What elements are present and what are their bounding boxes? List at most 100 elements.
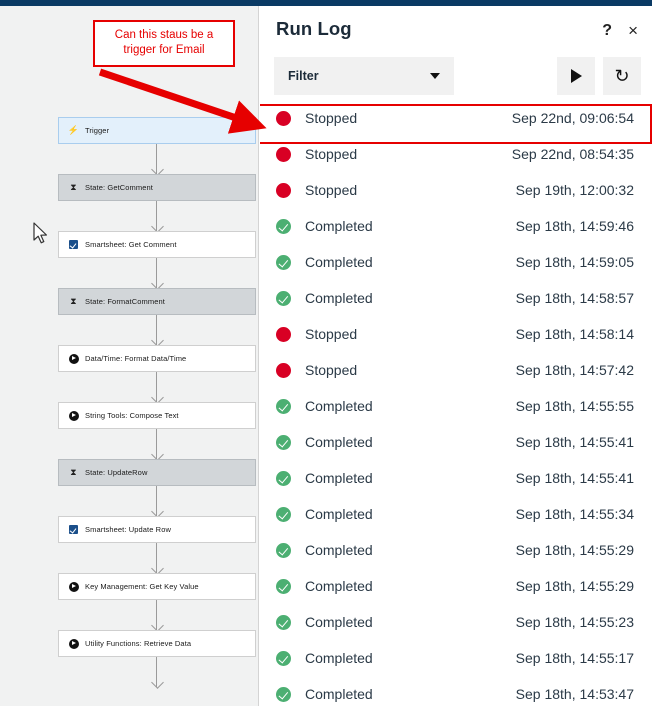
play-circle-icon — [68, 581, 79, 592]
run-log-row[interactable]: Completed Sep 18th, 14:55:29 — [260, 532, 652, 568]
status-badge: Completed — [305, 290, 373, 306]
run-log-row[interactable]: Completed Sep 18th, 14:55:41 — [260, 460, 652, 496]
status-indicator-completed-icon — [276, 686, 291, 702]
flow-connector — [156, 315, 157, 345]
run-timestamp: Sep 18th, 14:57:42 — [515, 362, 634, 378]
status-badge: Stopped — [305, 146, 358, 162]
filter-dropdown[interactable]: Filter — [274, 57, 454, 95]
status-badge: Completed — [305, 578, 373, 594]
flow-node[interactable]: ⚡ Trigger — [58, 117, 256, 144]
annotation-line-2: trigger for Email — [123, 44, 205, 56]
flow-connector — [156, 486, 157, 516]
run-log-row[interactable]: Stopped Sep 18th, 14:57:42 — [260, 352, 652, 388]
status-indicator-completed-icon — [276, 650, 291, 666]
flow-connector — [156, 372, 157, 402]
status-badge: Completed — [305, 542, 373, 558]
flow-node-label: Smartsheet: Get Comment — [85, 240, 177, 249]
toolbar-action-group: ↻ — [557, 57, 641, 95]
run-timestamp: Sep 22nd, 08:54:35 — [511, 146, 634, 162]
run-log-row[interactable]: Stopped Sep 18th, 14:58:14 — [260, 316, 652, 352]
chevron-down-icon — [430, 73, 440, 79]
flow-node[interactable]: Utility Functions: Retrieve Data — [58, 630, 256, 657]
status-badge: Completed — [305, 470, 373, 486]
status-badge: Completed — [305, 614, 373, 630]
run-log-row[interactable]: Completed Sep 18th, 14:58:57 — [260, 280, 652, 316]
run-log-row[interactable]: Stopped Sep 19th, 12:00:32 — [260, 172, 652, 208]
run-log-row[interactable]: Completed Sep 18th, 14:59:05 — [260, 244, 652, 280]
run-log-row[interactable]: Completed Sep 18th, 14:55:23 — [260, 604, 652, 640]
filter-dropdown-label: Filter — [288, 69, 319, 83]
run-log-row[interactable]: Completed Sep 18th, 14:59:46 — [260, 208, 652, 244]
run-log-panel: Run Log ? × Filter ↻ Stopped Sep 22nd, 09… — [260, 6, 652, 706]
run-button[interactable] — [557, 57, 595, 95]
header-icon-group: ? × — [602, 22, 638, 39]
run-log-row[interactable]: Completed Sep 18th, 14:53:47 — [260, 676, 652, 706]
flow-node[interactable]: String Tools: Compose Text — [58, 402, 256, 429]
flow-node[interactable]: ⧗ State: FormatComment — [58, 288, 256, 315]
flow-node[interactable]: ⧗ State: GetComment — [58, 174, 256, 201]
status-indicator-stopped-icon — [276, 146, 291, 162]
play-circle-icon — [68, 353, 79, 364]
status-badge: Stopped — [305, 362, 358, 378]
app-root: ⚡ Trigger ⧗ State: GetComment Smartsheet: Ge… — [0, 0, 652, 706]
run-log-row[interactable]: Stopped Sep 22nd, 08:54:35 — [260, 136, 652, 172]
run-timestamp: Sep 18th, 14:55:41 — [515, 434, 634, 450]
run-timestamp: Sep 18th, 14:55:29 — [515, 578, 634, 594]
flow-node[interactable]: Smartsheet: Get Comment — [58, 231, 256, 258]
status-badge: Completed — [305, 398, 373, 414]
status-badge: Completed — [305, 434, 373, 450]
flow-node-label: State: GetComment — [85, 183, 153, 192]
run-timestamp: Sep 18th, 14:55:55 — [515, 398, 634, 414]
run-log-row[interactable]: Completed Sep 18th, 14:55:29 — [260, 568, 652, 604]
flow-node-label: Utility Functions: Retrieve Data — [85, 639, 192, 648]
run-timestamp: Sep 18th, 14:55:41 — [515, 470, 634, 486]
run-log-row[interactable]: Completed Sep 18th, 14:55:55 — [260, 388, 652, 424]
annotation-line-1: Can this staus be a — [114, 29, 214, 41]
workflow-canvas[interactable]: ⚡ Trigger ⧗ State: GetComment Smartsheet: Ge… — [0, 6, 259, 706]
status-badge: Completed — [305, 254, 373, 270]
status-badge: Stopped — [305, 182, 358, 198]
run-timestamp: Sep 18th, 14:58:57 — [515, 290, 634, 306]
status-indicator-completed-icon — [276, 506, 291, 522]
mouse-cursor-icon — [33, 222, 47, 244]
flow-node[interactable]: ⧗ State: UpdateRow — [58, 459, 256, 486]
run-log-toolbar: Filter ↻ — [260, 52, 652, 100]
refresh-button[interactable]: ↻ — [603, 57, 641, 95]
status-indicator-stopped-icon — [276, 110, 291, 126]
status-badge: Stopped — [305, 326, 358, 342]
status-indicator-completed-icon — [276, 614, 291, 630]
workflow-node-stack: ⚡ Trigger ⧗ State: GetComment Smartsheet: Ge… — [0, 6, 258, 706]
run-log-row[interactable]: Completed Sep 18th, 14:55:41 — [260, 424, 652, 460]
help-icon[interactable]: ? — [602, 22, 612, 39]
flow-connector — [156, 201, 157, 231]
refresh-icon: ↻ — [614, 66, 630, 86]
run-log-row[interactable]: Completed Sep 18th, 14:55:34 — [260, 496, 652, 532]
page-title: Run Log — [276, 18, 352, 39]
flow-connector — [156, 258, 157, 288]
play-circle-icon — [68, 638, 79, 649]
status-indicator-stopped-icon — [276, 362, 291, 378]
flow-node-label: Key Management: Get Key Value — [85, 582, 199, 591]
run-timestamp: Sep 18th, 14:59:05 — [515, 254, 634, 270]
status-indicator-completed-icon — [276, 254, 291, 270]
status-indicator-completed-icon — [276, 470, 291, 486]
close-icon[interactable]: × — [628, 22, 638, 39]
flow-connector — [156, 429, 157, 459]
run-log-row[interactable]: Stopped Sep 22nd, 09:06:54 — [260, 100, 652, 136]
flow-node-label: State: UpdateRow — [85, 468, 148, 477]
hourglass-icon: ⧗ — [70, 467, 77, 477]
flow-node[interactable]: Smartsheet: Update Row — [58, 516, 256, 543]
flow-node-label: State: FormatComment — [85, 297, 165, 306]
flow-connector — [156, 144, 157, 174]
run-timestamp: Sep 22nd, 09:06:54 — [511, 110, 634, 126]
flow-node-label: Smartsheet: Update Row — [85, 525, 171, 534]
flow-node-label: Trigger — [85, 126, 110, 135]
flow-connector — [156, 657, 157, 687]
status-indicator-completed-icon — [276, 398, 291, 414]
flow-node[interactable]: Key Management: Get Key Value — [58, 573, 256, 600]
smartsheet-icon — [68, 524, 79, 535]
status-indicator-completed-icon — [276, 578, 291, 594]
run-log-row[interactable]: Completed Sep 18th, 14:55:17 — [260, 640, 652, 676]
status-badge: Completed — [305, 506, 373, 522]
flow-node[interactable]: Data/Time: Format Data/Time — [58, 345, 256, 372]
